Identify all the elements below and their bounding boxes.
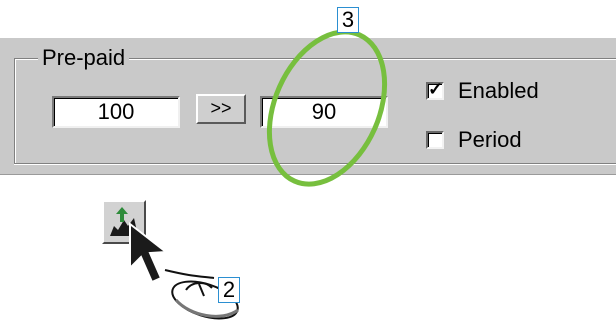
highlight-ellipse <box>266 29 388 187</box>
annotation-overlay <box>129 29 388 320</box>
step-3-callout: 3 <box>337 7 359 33</box>
step-2-callout: 2 <box>218 277 240 303</box>
arrow-cursor-icon <box>129 221 169 284</box>
